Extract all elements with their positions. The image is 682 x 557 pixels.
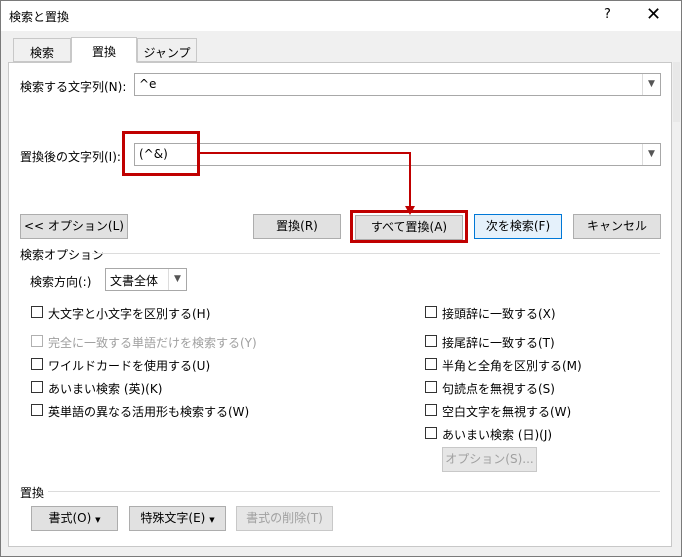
replace-section-heading: 置換 <box>20 486 45 500</box>
checkbox-match-prefix[interactable] <box>425 306 437 318</box>
fuzzy-options-button: オプション(S)... <box>442 447 537 472</box>
checkbox-ignore-punct[interactable] <box>425 381 437 393</box>
label-sounds-like-en: あいまい検索 (英)(K) <box>48 382 163 396</box>
label-width: 半角と全角を区別する(M) <box>442 359 582 373</box>
label-ignore-space: 空白文字を無視する(W) <box>442 405 572 419</box>
search-options-heading: 検索オプション <box>20 248 105 262</box>
label-whole-word: 完全に一致する単語だけを検索する(Y) <box>48 336 257 350</box>
find-next-button[interactable]: 次を検索(F) <box>474 214 562 239</box>
replace-button[interactable]: 置換(R) <box>253 214 341 239</box>
checkbox-sounds-like-en[interactable] <box>31 381 43 393</box>
dropdown-arrow-icon: ▼ <box>95 516 101 524</box>
special-button[interactable]: 特殊文字(E) ▼ <box>129 506 226 531</box>
options-less-button[interactable]: << オプション(L) <box>20 214 128 239</box>
highlight-replace-all <box>350 210 468 243</box>
checkbox-sounds-like-ja[interactable] <box>425 427 437 439</box>
dropdown-arrow-icon: ▼ <box>209 516 215 524</box>
label-wildcards: ワイルドカードを使用する(U) <box>48 359 211 373</box>
annotation-arrow <box>200 152 415 215</box>
divider <box>92 253 660 254</box>
label-sounds-like-ja: あいまい検索 (日)(J) <box>442 428 553 442</box>
chevron-down-icon[interactable]: ▼ <box>168 269 186 290</box>
direction-value: 文書全体 <box>110 274 159 288</box>
label-match-prefix: 接頭辞に一致する(X) <box>442 307 556 321</box>
checkbox-word-forms[interactable] <box>31 404 43 416</box>
checkbox-ignore-space[interactable] <box>425 404 437 416</box>
checkbox-width[interactable] <box>425 358 437 370</box>
label-match-case: 大文字と小文字を区別する(H) <box>48 307 211 321</box>
checkbox-match-case[interactable] <box>31 306 43 318</box>
tab-replace[interactable]: 置換 <box>71 37 137 63</box>
divider <box>48 491 660 492</box>
label-match-suffix: 接尾辞に一致する(T) <box>442 336 555 350</box>
format-label: 書式(O) <box>48 511 92 525</box>
direction-select[interactable]: 文書全体 ▼ <box>105 268 187 291</box>
label-ignore-punct: 句読点を無視する(S) <box>442 382 555 396</box>
checkbox-whole-word <box>31 335 43 347</box>
checkbox-wildcards[interactable] <box>31 358 43 370</box>
checkbox-match-suffix[interactable] <box>425 335 437 347</box>
no-formatting-button: 書式の削除(T) <box>236 506 333 531</box>
label-word-forms: 英単語の異なる活用形も検索する(W) <box>48 405 250 419</box>
cancel-button[interactable]: キャンセル <box>573 214 661 239</box>
special-label: 特殊文字(E) <box>140 511 206 525</box>
format-button[interactable]: 書式(O) ▼ <box>31 506 118 531</box>
direction-label: 検索方向(:) <box>30 275 92 289</box>
